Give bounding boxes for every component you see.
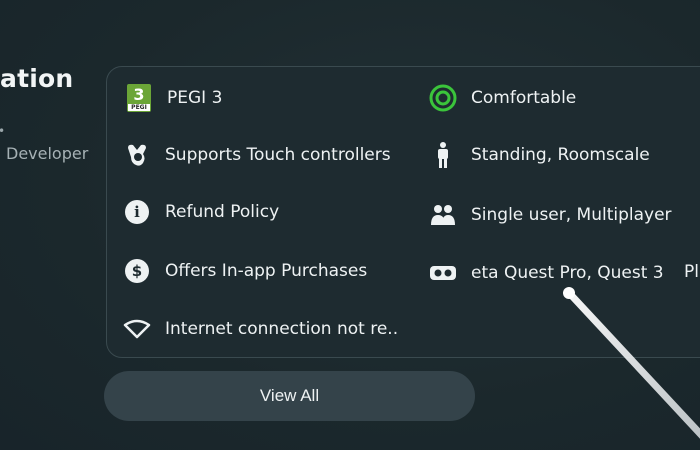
feature-label: Internet connection not re.. <box>165 319 399 339</box>
feature-label: eta Quest Pro, Quest 3 <box>471 263 664 283</box>
feature-internet-connection: Internet connection not re.. <box>123 314 398 344</box>
view-all-button[interactable]: View All <box>104 371 475 421</box>
section-heading: ation <box>0 64 74 93</box>
app-details-panel: ation • Developer 3 PEGI PEGI 3 Comforta… <box>0 0 700 450</box>
feature-label: Refund Policy <box>165 202 280 222</box>
feature-comfort: Comfortable <box>429 83 576 113</box>
users-icon <box>429 201 457 229</box>
wifi-icon <box>123 315 151 343</box>
overflow-text: Pl <box>684 262 699 282</box>
dollar-icon: $ <box>123 257 151 285</box>
feature-pegi: 3 PEGI PEGI 3 <box>125 83 222 113</box>
feature-refund-policy[interactable]: i Refund Policy <box>123 197 279 227</box>
feature-in-app-purchases: $ Offers In-app Purchases <box>123 256 367 286</box>
feature-label: PEGI 3 <box>167 88 223 108</box>
feature-label: Comfortable <box>471 88 577 108</box>
feature-label: Standing, Roomscale <box>471 145 650 165</box>
pegi-3-icon: 3 PEGI <box>125 84 153 112</box>
comfort-circle-icon <box>429 84 457 112</box>
feature-touch-controllers: Supports Touch controllers <box>123 140 391 170</box>
feature-supported-devices: eta Quest Pro, Quest 3 <box>429 258 664 288</box>
touch-controller-icon <box>123 141 151 169</box>
developer-label: Developer <box>6 144 89 163</box>
feature-label: Single user, Multiplayer <box>471 205 672 225</box>
divider-dot: • <box>0 124 5 138</box>
features-card: 3 PEGI PEGI 3 Comfortable Supports Touch… <box>106 66 700 358</box>
feature-player-modes: Single user, Multiplayer <box>429 200 672 230</box>
feature-label: Supports Touch controllers <box>165 145 391 165</box>
feature-label: Offers In-app Purchases <box>165 261 368 281</box>
info-icon: i <box>123 198 151 226</box>
vr-headset-icon <box>429 259 457 287</box>
standing-person-icon <box>429 141 457 169</box>
feature-standing: Standing, Roomscale <box>429 140 650 170</box>
